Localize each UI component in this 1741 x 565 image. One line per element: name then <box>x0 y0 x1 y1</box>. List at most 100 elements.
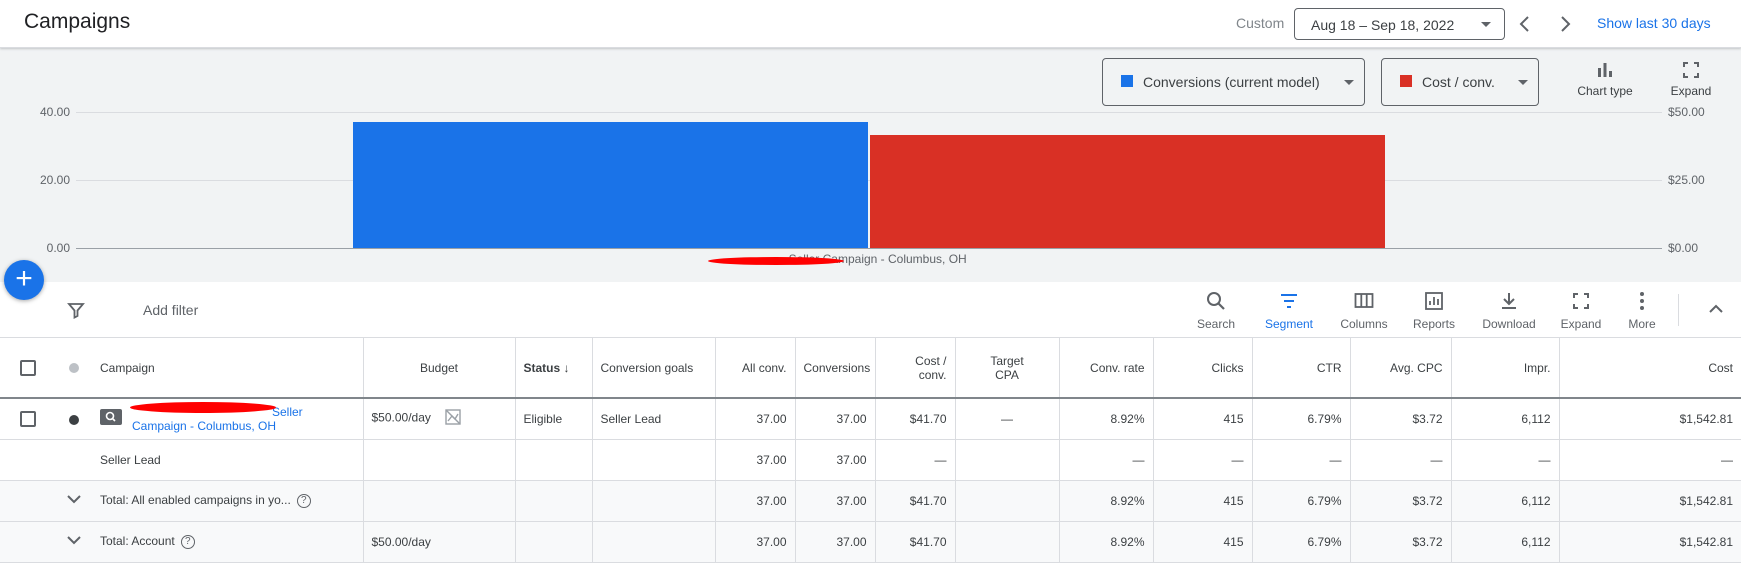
download-button[interactable]: Download <box>1477 290 1541 331</box>
avg-cpc-column-header[interactable]: Avg. CPC <box>1350 338 1452 399</box>
help-icon[interactable]: ? <box>180 534 195 549</box>
cost-cell: — <box>1559 439 1741 481</box>
cost-column-header[interactable]: Cost <box>1559 338 1741 399</box>
table-row-total-account: Total: Account? $50.00/day 37.00 37.00 $… <box>0 521 1741 563</box>
conv-rate-cell: 8.92% <box>1059 521 1154 563</box>
chevron-right-icon <box>1561 16 1571 32</box>
chart-expand-button[interactable]: Expand <box>1666 60 1716 98</box>
filter-toolbar: Add filter Search Segment Columns Report… <box>0 282 1741 338</box>
add-filter-button[interactable]: Add filter <box>143 302 198 318</box>
goal-name-cell: Seller Lead <box>92 439 364 481</box>
metric-selector-1[interactable]: Conversions (current model) <box>1102 58 1365 106</box>
right-tick-label: $0.00 <box>1668 241 1699 255</box>
expand-total-button[interactable] <box>56 521 92 563</box>
budget-report-icon[interactable] <box>444 408 462 429</box>
conv-rate-cell: — <box>1059 439 1154 481</box>
campaign-column-header[interactable]: Campaign <box>92 338 364 399</box>
conv-rate-cell: 8.92% <box>1059 398 1154 440</box>
budget-cell: $50.00/day <box>363 521 516 563</box>
campaign-name-link-part2[interactable]: Campaign - Columbus, OH <box>132 419 355 433</box>
search-icon <box>1207 292 1225 310</box>
segment-button[interactable]: Segment <box>1260 290 1318 331</box>
more-button[interactable]: More <box>1622 290 1662 331</box>
total-account-label: Total: Account <box>100 534 175 549</box>
fullscreen-icon <box>1683 62 1699 78</box>
clicks-column-header[interactable]: Clicks <box>1153 338 1253 399</box>
previous-period-button[interactable] <box>1513 12 1537 36</box>
chevron-left-icon <box>1519 16 1529 32</box>
toolbar-divider <box>1678 294 1679 326</box>
cost-conv-label-1: Cost / <box>915 353 947 368</box>
expand-total-button[interactable] <box>56 480 92 522</box>
metric-selector-2[interactable]: Cost / conv. <box>1381 58 1539 106</box>
filter-icon[interactable] <box>66 300 86 320</box>
conversions-column-header[interactable]: Conversions <box>795 338 876 399</box>
budget-column-header[interactable]: Budget <box>363 338 516 399</box>
cost-cell: $1,542.81 <box>1559 480 1741 522</box>
target-cpa-label-2: CPA <box>995 367 1019 382</box>
columns-button[interactable]: Columns <box>1336 290 1392 331</box>
expand-button[interactable]: Expand <box>1555 290 1607 331</box>
impr-cell: 6,112 <box>1451 480 1560 522</box>
columns-icon <box>1354 293 1374 308</box>
ctr-cell: 6.79% <box>1252 398 1351 440</box>
status-sort-header[interactable]: Status ↓ <box>515 338 593 399</box>
enabled-dot-icon <box>69 414 79 425</box>
bar-conversions[interactable] <box>353 122 868 248</box>
row-checkbox[interactable] <box>0 398 56 440</box>
conversion-goals-column-header[interactable]: Conversion goals <box>592 338 716 399</box>
cost-conv-label-2: conv. <box>918 367 947 382</box>
segment-label: Segment <box>1264 317 1314 331</box>
ctr-cell: — <box>1252 439 1351 481</box>
conv-rate-column-header[interactable]: Conv. rate <box>1059 338 1154 399</box>
bar-cost-per-conv[interactable] <box>870 134 1385 248</box>
all-conv-column-header[interactable]: All conv. <box>715 338 796 399</box>
reports-button[interactable]: Reports <box>1408 290 1460 331</box>
cost-cell: $1,542.81 <box>1559 398 1741 440</box>
impr-column-header[interactable]: Impr. <box>1451 338 1560 399</box>
ctr-cell: 6.79% <box>1252 521 1351 563</box>
status-dot-icon <box>69 363 79 374</box>
help-icon[interactable]: ? <box>296 493 311 508</box>
avg-cpc-cell: — <box>1350 439 1452 481</box>
arrow-down-icon: ↓ <box>563 360 570 375</box>
row-status-dot <box>56 398 92 440</box>
chart-expand-label: Expand <box>1670 84 1712 98</box>
date-range-picker[interactable]: Aug 18 – Sep 18, 2022 <box>1294 8 1505 40</box>
all-conv-cell: 37.00 <box>715 439 796 481</box>
select-all-checkbox[interactable] <box>0 338 56 399</box>
search-button[interactable]: Search <box>1190 290 1242 331</box>
cost-conv-column-header[interactable]: Cost / conv. <box>875 338 956 399</box>
chevron-down-icon <box>67 495 81 504</box>
avg-cpc-cell: $3.72 <box>1350 521 1452 563</box>
table-row: Seller Campaign - Columbus, OH $50.00/da… <box>0 398 1741 440</box>
right-tick-label: $25.00 <box>1668 173 1705 187</box>
show-last-30-days-link[interactable]: Show last 30 days <box>1597 15 1711 31</box>
create-button[interactable]: + <box>4 260 44 300</box>
chevron-down-icon <box>1481 22 1491 27</box>
download-label: Download <box>1482 317 1536 331</box>
collapse-button[interactable] <box>1705 298 1727 320</box>
chart-type-button[interactable]: Chart type <box>1571 60 1639 98</box>
bar-chart-icon <box>1598 63 1612 77</box>
page-title: Campaigns <box>24 10 131 33</box>
metric1-swatch <box>1121 75 1133 87</box>
table-row: Seller Lead 37.00 37.00 — — — — — — — <box>0 439 1741 481</box>
target-cpa-cell: — <box>955 398 1060 440</box>
cost-conv-cell: — <box>875 439 956 481</box>
next-period-button[interactable] <box>1553 12 1577 36</box>
clicks-cell: — <box>1153 439 1253 481</box>
expand-label: Expand <box>1560 317 1602 331</box>
avg-cpc-cell: $3.72 <box>1350 480 1452 522</box>
ctr-column-header[interactable]: CTR <box>1252 338 1351 399</box>
download-icon <box>1502 293 1516 309</box>
status-header-label: Status <box>523 360 561 375</box>
total-name-cell: Total: Account? <box>92 521 364 563</box>
conv-rate-cell: 8.92% <box>1059 480 1154 522</box>
campaigns-table: Campaign Budget Status ↓ Conversion goal… <box>0 338 1741 563</box>
search-label: Search <box>1196 317 1236 331</box>
segment-icon <box>1281 294 1297 308</box>
target-cpa-column-header[interactable]: Target CPA <box>955 338 1060 399</box>
conversion-goals-cell: Seller Lead <box>592 398 716 440</box>
conversions-cell: 37.00 <box>795 398 876 440</box>
